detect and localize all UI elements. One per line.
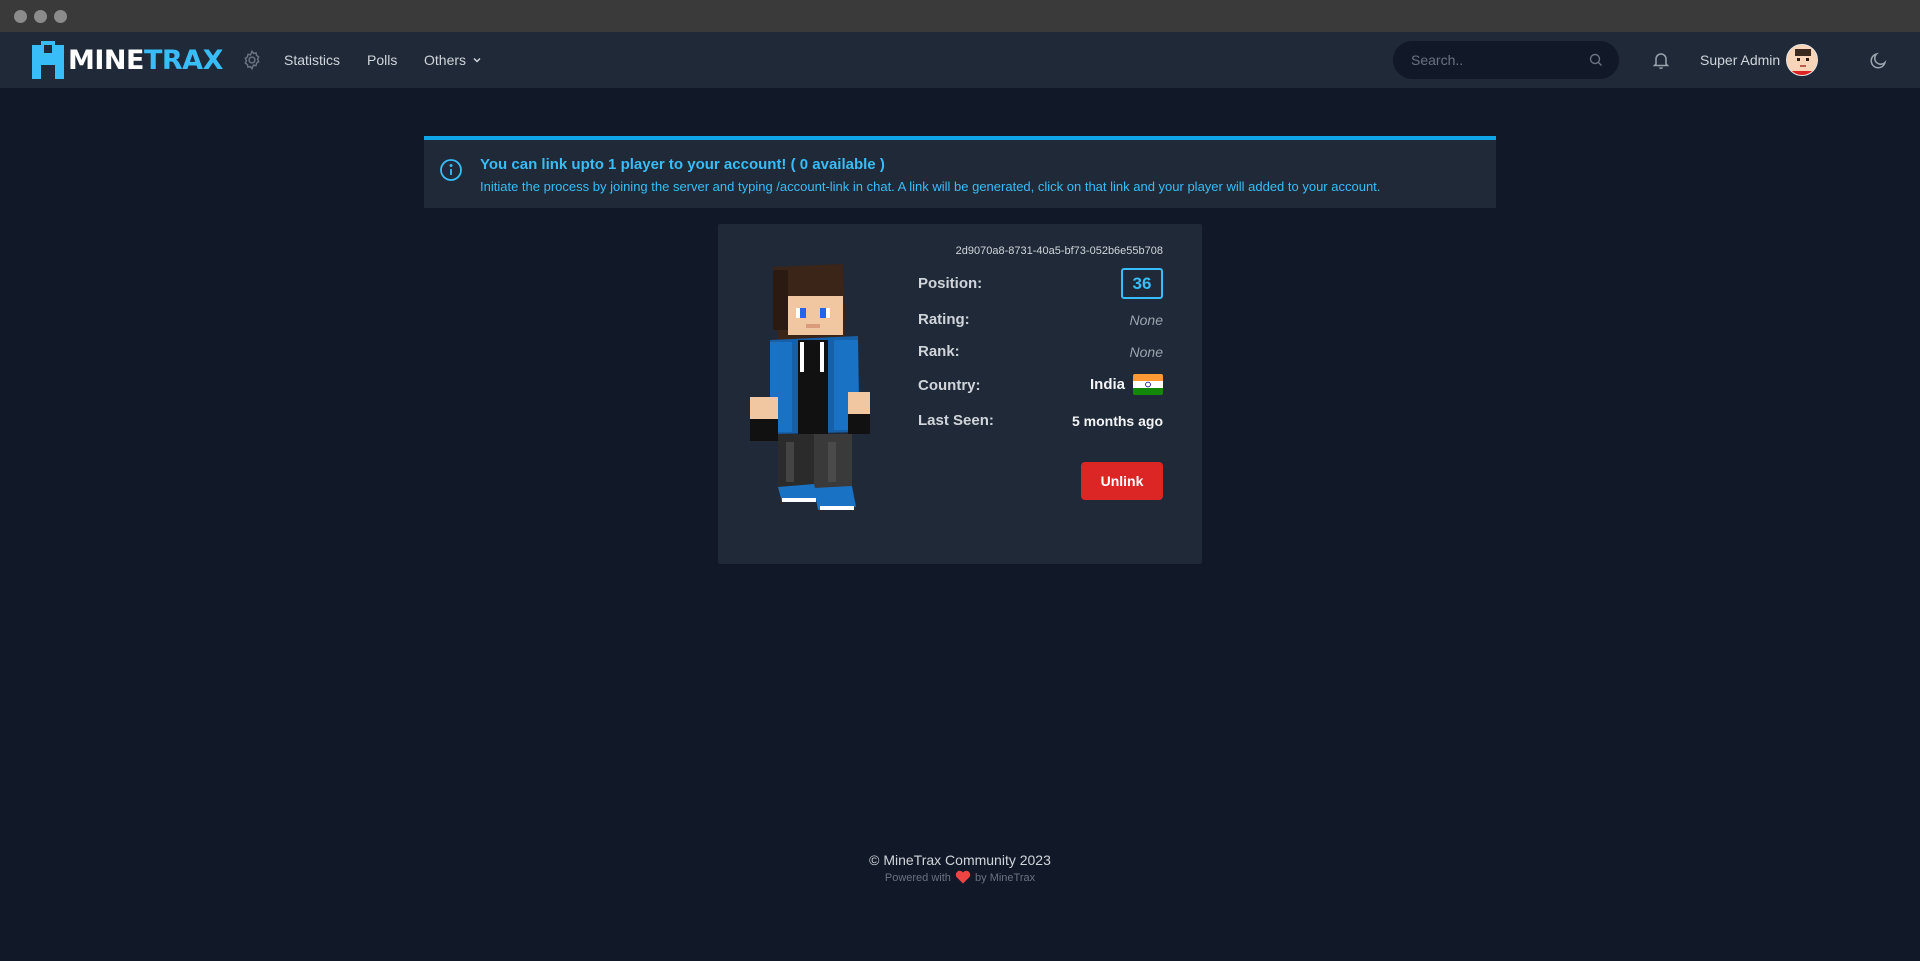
chevron-down-icon xyxy=(473,57,481,63)
search-input[interactable] xyxy=(1411,50,1581,70)
player-uuid: 2d9070a8-8731-40a5-bf73-052b6e55b708 xyxy=(955,245,1163,257)
india-flag-icon xyxy=(1133,374,1163,395)
rating-value: None xyxy=(1129,312,1163,328)
user-name[interactable]: Super Admin xyxy=(1700,50,1780,70)
last-seen-value: 5 months ago xyxy=(1071,413,1163,429)
position-badge: 36 xyxy=(1121,268,1163,299)
unlink-button[interactable]: Unlink xyxy=(1081,462,1163,500)
search-box xyxy=(1393,41,1619,79)
player-skin-render[interactable] xyxy=(748,262,878,512)
country-label: Country: xyxy=(918,377,981,394)
position-label: Position: xyxy=(918,275,983,292)
player-card: 2d9070a8-8731-40a5-bf73-052b6e55b708 Pos… xyxy=(718,224,1202,564)
minetrax-logo-icon xyxy=(32,41,64,79)
bell-icon[interactable] xyxy=(1651,50,1671,70)
minetrax-logo[interactable]: MINETRAX xyxy=(32,41,223,79)
window-titlebar xyxy=(0,0,1920,32)
country-name: India xyxy=(1089,376,1125,393)
alert-text: Initiate the process by joining the serv… xyxy=(480,179,1381,194)
alert-title: You can link upto 1 player to your accou… xyxy=(480,156,885,173)
logo-text: MINETRAX xyxy=(68,44,223,76)
nav-others-dropdown[interactable]: Others xyxy=(424,50,482,70)
rank-value: None xyxy=(1129,344,1163,360)
footer-copyright: © MineTrax Community 2023 xyxy=(869,852,1051,868)
footer-powered: Powered with by MineTrax xyxy=(0,870,1920,886)
info-icon xyxy=(440,159,462,181)
gear-icon[interactable] xyxy=(241,49,263,71)
top-navbar: MINETRAX Statistics Polls Others Super A… xyxy=(0,32,1920,88)
rating-label: Rating: xyxy=(918,311,970,328)
last-seen-label: Last Seen: xyxy=(918,412,994,429)
nav-statistics[interactable]: Statistics xyxy=(284,50,340,70)
window-maximize-button[interactable] xyxy=(54,10,67,23)
avatar[interactable] xyxy=(1786,44,1818,76)
heart-icon xyxy=(955,870,971,884)
window-minimize-button[interactable] xyxy=(34,10,47,23)
nav-polls[interactable]: Polls xyxy=(367,50,397,70)
window-close-button[interactable] xyxy=(14,10,27,23)
nav-others-label: Others xyxy=(424,52,467,68)
powered-by-minetrax-link[interactable]: by MineTrax xyxy=(975,872,1035,884)
rank-label: Rank: xyxy=(918,343,960,360)
account-link-alert: You can link upto 1 player to your accou… xyxy=(424,136,1496,208)
powered-prefix: Powered with xyxy=(884,872,951,884)
moon-icon[interactable] xyxy=(1868,49,1890,71)
country-value: India xyxy=(1090,374,1163,395)
search-icon[interactable] xyxy=(1589,53,1603,67)
